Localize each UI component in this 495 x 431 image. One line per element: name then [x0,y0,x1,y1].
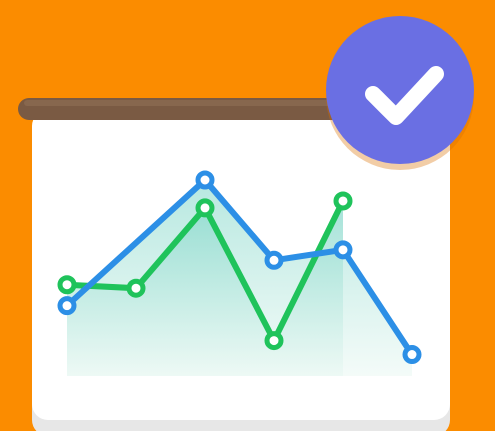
series-green-point-1 [57,275,77,295]
presentation-chart-graphic [18,16,474,431]
series-green-point-2 [126,278,146,298]
series-blue-point-4 [333,240,353,260]
series-green-point-4 [264,331,284,351]
series-green-point-3 [195,198,215,218]
series-blue-point-5 [402,345,422,365]
check-badge [326,16,474,170]
series-blue-point-3 [264,250,284,270]
badge-circle [326,16,474,164]
series-green-point-5 [333,191,353,211]
series-blue-point-2 [195,170,215,190]
presentation-chart-icon [0,0,495,431]
series-blue-point-1 [57,296,77,316]
